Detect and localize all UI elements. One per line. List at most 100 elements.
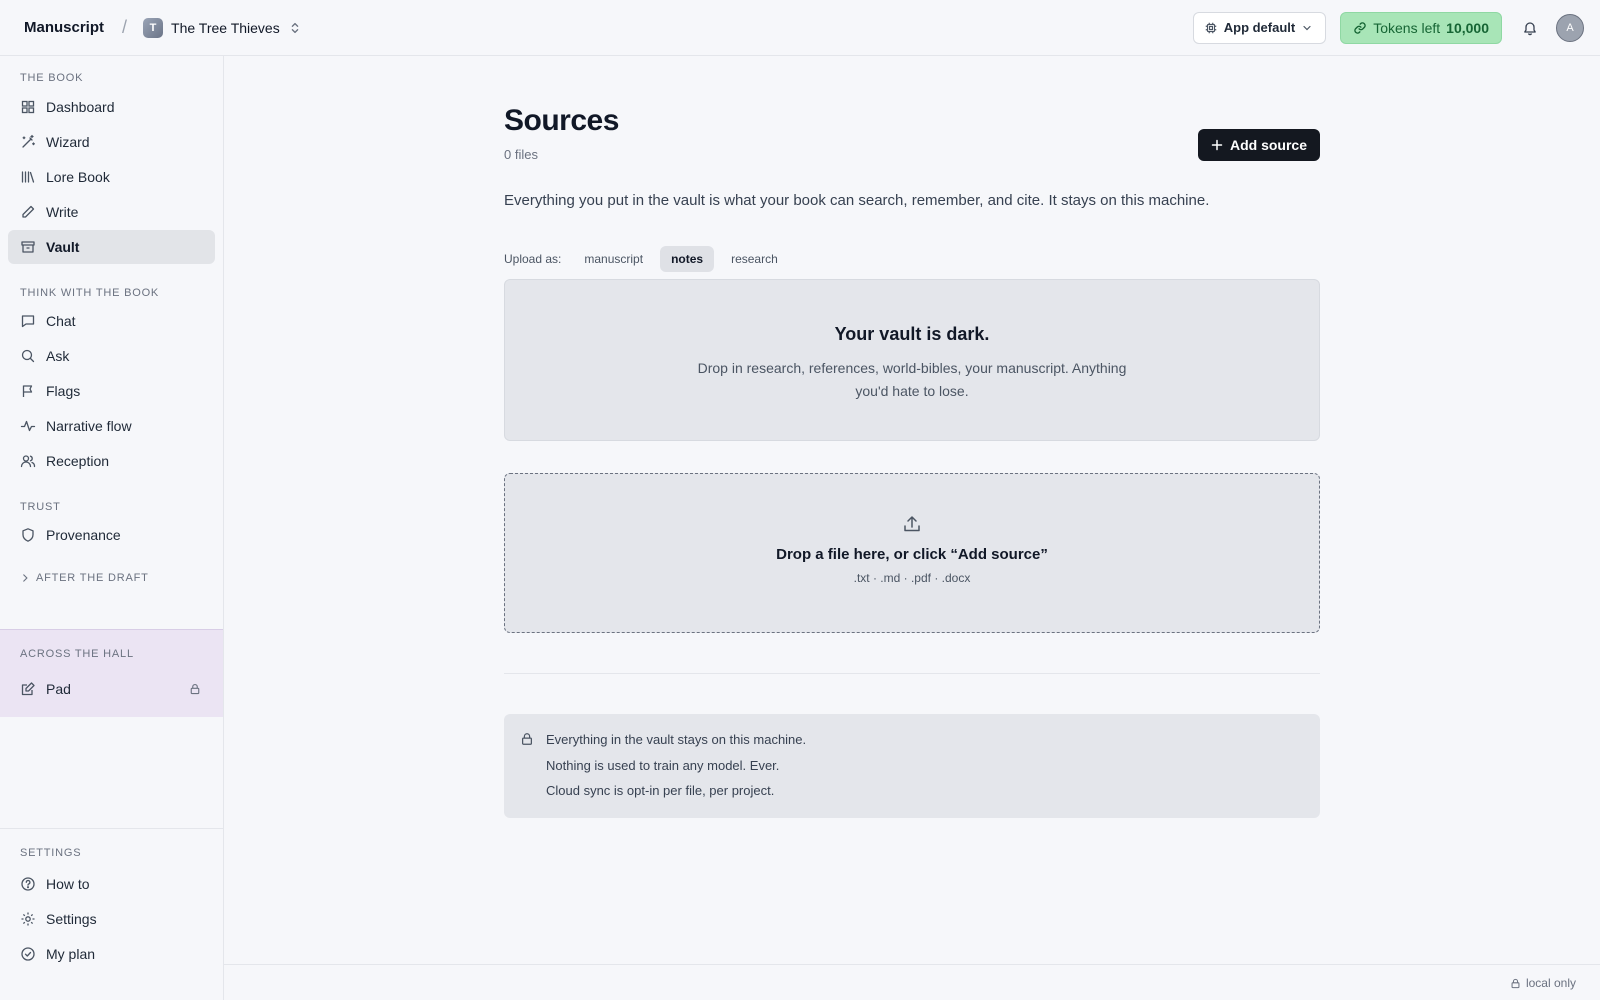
section-settings: SETTINGS: [20, 847, 82, 859]
upload-type-manuscript[interactable]: manuscript: [573, 246, 654, 272]
sidebar-item-label: My plan: [46, 946, 96, 962]
notifications-button[interactable]: [1516, 14, 1544, 42]
empty-state-card: Your vault is dark. Drop in research, re…: [504, 279, 1320, 441]
privacy-line: Nothing is used to train any model. Ever…: [546, 757, 780, 773]
sidebar-item-label: Settings: [46, 911, 97, 927]
top-bar: Manuscript / T The Tree Thieves App defa…: [0, 0, 1600, 56]
lock-icon: [1510, 978, 1521, 989]
section-across-the-hall: ACROSS THE HALL: [20, 648, 134, 660]
project-name: The Tree Thieves: [171, 19, 280, 36]
dropzone-title: Drop a file here, or click “Add source”: [776, 546, 1048, 563]
tokens-badge[interactable]: Tokens left 10,000: [1340, 11, 1502, 44]
sidebar-item-label: Provenance: [46, 527, 121, 543]
section-think-with-the-book: THINK WITH THE BOOK: [20, 287, 160, 299]
dropzone-file-types: .txt · .md · .pdf · .docx: [853, 571, 971, 585]
model-select[interactable]: App default: [1192, 11, 1327, 44]
search-icon: [20, 348, 36, 364]
sidebar-item-label: Flags: [46, 383, 81, 399]
divider: [504, 673, 1320, 674]
upload-type-research[interactable]: research: [720, 246, 789, 272]
sidebar-item-label: Pad: [46, 681, 71, 697]
user-avatar[interactable]: A: [1556, 13, 1584, 42]
magic-wand-icon: [20, 134, 36, 150]
sidebar-item-label: Ask: [46, 348, 70, 364]
upload-type-notes[interactable]: notes: [660, 246, 715, 272]
sidebar-item-vault[interactable]: Vault: [8, 230, 215, 264]
across-the-hall-panel: ACROSS THE HALL Pad: [0, 629, 223, 717]
sidebar-item-chat[interactable]: Chat: [8, 304, 215, 338]
upload-as-label: Upload as:: [504, 252, 562, 266]
local-only-indicator: local only: [1510, 976, 1576, 990]
upload-type-selector: Upload as: manuscript notes research: [504, 246, 789, 272]
flag-icon: [20, 383, 36, 399]
empty-state-title: Your vault is dark.: [834, 324, 990, 344]
library-icon: [20, 169, 36, 185]
sidebar-item-label: Chat: [46, 313, 76, 329]
sidebar-item-label: Lore Book: [46, 169, 110, 185]
tokens-value: 10,000: [1446, 19, 1489, 36]
empty-state-description: Drop in research, references, world-bibl…: [697, 360, 1127, 399]
lock-icon: [520, 732, 534, 746]
grid-icon: [20, 99, 36, 115]
pencil-icon: [20, 204, 36, 220]
sidebar-item-provenance[interactable]: Provenance: [8, 518, 215, 552]
note-edit-icon: [20, 681, 36, 697]
privacy-line: Everything in the vault stays on this ma…: [546, 732, 807, 747]
upload-icon: [902, 514, 922, 534]
sidebar-item-reception[interactable]: Reception: [8, 444, 215, 478]
model-select-value: App default: [1223, 20, 1296, 35]
section-trust: TRUST: [20, 501, 61, 513]
add-source-button[interactable]: Add source: [1197, 129, 1320, 161]
sidebar-item-flags[interactable]: Flags: [8, 374, 215, 408]
sidebar-item-label: How to: [46, 876, 90, 892]
bell-icon: [1522, 20, 1538, 36]
project-switcher[interactable]: T The Tree Thieves: [143, 17, 302, 38]
vault-intro: Everything you put in the vault is what …: [504, 192, 1210, 209]
section-after-the-draft[interactable]: AFTER THE DRAFT: [20, 572, 149, 584]
sidebar-item-label: Vault: [46, 239, 80, 255]
breadcrumb-separator: /: [122, 17, 128, 37]
gear-icon: [20, 911, 36, 927]
sidebar-item-how-to[interactable]: How to: [8, 867, 215, 901]
status-bar: local only: [224, 964, 1600, 1000]
privacy-notice: Everything in the vault stays on this ma…: [504, 714, 1320, 818]
section-the-book: THE BOOK: [20, 72, 84, 84]
plus-icon: [1211, 139, 1223, 151]
sidebar-item-label: Reception: [46, 453, 110, 469]
sidebar-item-narrative-flow[interactable]: Narrative flow: [8, 409, 215, 443]
section-label: AFTER THE DRAFT: [36, 572, 149, 584]
link-icon: [1353, 21, 1367, 35]
page-title: Sources: [504, 104, 619, 137]
chevron-down-icon: [1301, 22, 1313, 34]
archive-icon: [20, 239, 36, 255]
lock-icon: [189, 683, 201, 695]
sidebar-item-my-plan[interactable]: My plan: [8, 937, 215, 971]
sidebar: THE BOOK Dashboard Wizard Lore Book Writ…: [0, 56, 224, 1000]
local-only-label: local only: [1525, 976, 1576, 990]
sidebar-item-pad[interactable]: Pad: [8, 672, 215, 706]
settings-section: SETTINGS How to Settings My plan: [0, 828, 223, 1000]
add-source-label: Add source: [1229, 137, 1307, 153]
chevron-right-icon: [20, 573, 30, 583]
sidebar-item-write[interactable]: Write: [8, 195, 215, 229]
shield-icon: [20, 527, 36, 543]
sidebar-item-label: Dashboard: [46, 99, 115, 115]
users-icon: [20, 453, 36, 469]
file-count: 0 files: [504, 147, 538, 162]
tokens-label: Tokens left: [1373, 19, 1441, 36]
sidebar-item-settings[interactable]: Settings: [8, 902, 215, 936]
sidebar-item-label: Write: [46, 204, 79, 220]
sidebar-item-wizard[interactable]: Wizard: [8, 125, 215, 159]
sidebar-item-label: Wizard: [46, 134, 90, 150]
chevron-updown-icon: [288, 21, 302, 35]
cpu-icon: [1204, 21, 1218, 35]
app-brand[interactable]: Manuscript: [24, 19, 104, 36]
sidebar-item-dashboard[interactable]: Dashboard: [8, 90, 215, 124]
chat-bubble-icon: [20, 313, 36, 329]
help-circle-icon: [20, 876, 36, 892]
main-content: Sources 0 files Add source Everything yo…: [224, 56, 1600, 964]
sidebar-item-lore-book[interactable]: Lore Book: [8, 160, 215, 194]
file-dropzone[interactable]: Drop a file here, or click “Add source” …: [504, 473, 1320, 633]
sidebar-item-ask[interactable]: Ask: [8, 339, 215, 373]
sidebar-item-label: Narrative flow: [46, 418, 132, 434]
